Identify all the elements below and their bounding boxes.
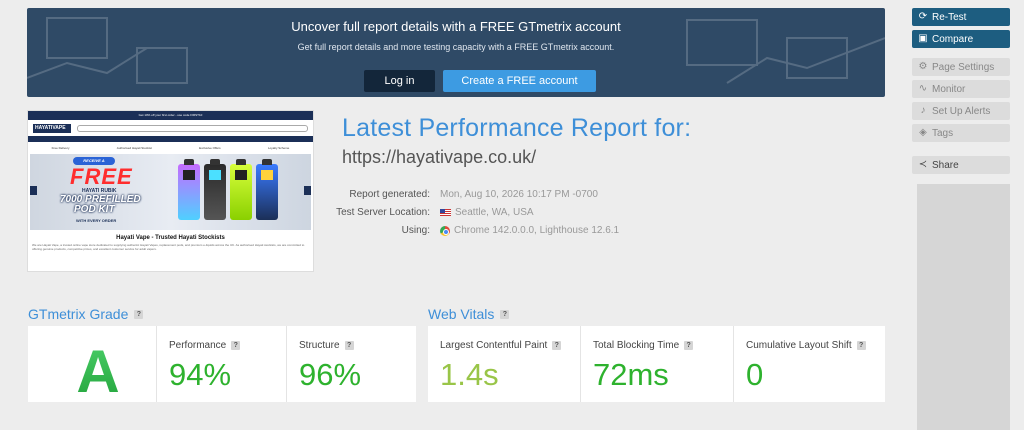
tag-icon: ◈ <box>919 127 927 138</box>
help-icon[interactable]: ? <box>856 341 866 350</box>
cls-label: Cumulative Layout Shift <box>746 340 852 351</box>
help-icon[interactable]: ? <box>552 341 562 350</box>
alerts-label: Set Up Alerts <box>932 105 991 117</box>
pod-device <box>178 159 200 220</box>
lcp-value: 1.4s <box>440 357 499 392</box>
tbt-value: 72ms <box>593 357 669 392</box>
meta-location-label: Test Server Location: <box>336 207 430 218</box>
tbt-cell: Total Blocking Time ? 72ms <box>580 326 733 402</box>
thumb-perk: Exclusive Offers <box>199 146 221 150</box>
thumb-kit: 7000 PREFILLED POD KIT <box>60 195 141 215</box>
thumb-logo: HAYATIVAPE <box>33 123 71 133</box>
meta-location-value: Seattle, WA, USA <box>455 207 534 218</box>
us-flag-icon <box>440 209 451 216</box>
grade-section-title: GTmetrix Grade ? <box>28 306 144 322</box>
meta-using-value: Chrome 142.0.0.0, Lighthouse 12.6.1 <box>454 225 620 236</box>
lcp-cell: Largest Contentful Paint ? 1.4s <box>428 326 580 402</box>
tags-label: Tags <box>932 127 954 139</box>
thumb-prev-arrow <box>30 186 37 195</box>
login-button[interactable]: Log in <box>364 70 435 92</box>
help-icon[interactable]: ? <box>134 309 144 319</box>
performance-cell: Performance ? 94% <box>156 326 286 402</box>
report-url[interactable]: https://hayativape.co.uk/ <box>342 147 536 168</box>
thumb-perk: Authorised Hayati Stockist <box>116 146 152 150</box>
performance-label: Performance <box>169 340 227 351</box>
bell-icon: ♪ <box>920 105 926 116</box>
page-screenshot[interactable]: Get 10% off your first order - use code … <box>27 110 314 272</box>
thumb-topbar: Get 10% off your first order - use code … <box>28 111 313 120</box>
structure-value: 96% <box>299 357 362 392</box>
thumb-hero-banner: RECEIVE A FREE HAYATI RUBIK 7000 PREFILL… <box>30 154 311 230</box>
vitals-card: Largest Contentful Paint ? 1.4s Total Bl… <box>428 326 885 402</box>
cls-cell: Cumulative Layout Shift ? 0 <box>733 326 885 402</box>
pod-device <box>230 159 252 220</box>
refresh-icon: ⟳ <box>918 11 928 22</box>
meta-generated: Report generated: Mon, Aug 10, 2026 10:1… <box>300 189 700 200</box>
compare-icon: ▣ <box>918 33 928 44</box>
meta-using-label: Using: <box>401 225 430 236</box>
grade-card: A Performance ? 94% Structure ? 96% <box>28 326 416 405</box>
tbt-label: Total Blocking Time <box>593 340 680 351</box>
structure-label: Structure <box>299 340 340 351</box>
vitals-section-title: Web Vitals ? <box>428 306 510 322</box>
thumb-body: We are Hayati Vape, a trusted online vap… <box>32 243 305 251</box>
help-icon[interactable]: ? <box>231 341 241 350</box>
banner-subtitle: Get full report details and more testing… <box>297 42 615 52</box>
meta-generated-label: Report generated: <box>349 189 430 200</box>
thumb-header: HAYATIVAPE <box>28 120 313 136</box>
pulse-icon: ∿ <box>918 83 928 94</box>
thumb-perk: Free Delivery <box>51 146 70 150</box>
thumb-free: FREE <box>70 164 133 189</box>
sidebar-panel <box>917 184 1010 430</box>
meta-generated-value: Mon, Aug 10, 2026 10:17 PM -0700 <box>440 189 598 200</box>
compare-label: Compare <box>932 33 974 45</box>
help-icon[interactable]: ? <box>344 341 354 350</box>
vitals-title-text: Web Vitals <box>428 306 495 322</box>
alerts-button[interactable]: ♪ Set Up Alerts <box>912 102 1010 120</box>
thumb-perk: Loyalty Scheme <box>267 146 290 150</box>
help-icon[interactable]: ? <box>500 309 510 319</box>
share-label: Share <box>932 159 959 171</box>
monitor-button[interactable]: ∿ Monitor <box>912 80 1010 98</box>
grade-letter: A <box>76 337 120 405</box>
page-settings-label: Page Settings <box>932 61 995 73</box>
thumb-every: WITH EVERY ORDER <box>76 218 117 223</box>
cls-value: 0 <box>746 357 764 392</box>
lcp-label: Largest Contentful Paint <box>440 340 548 351</box>
thumb-kit-line2: POD KIT <box>74 204 115 215</box>
retest-label: Re-Test <box>932 11 967 23</box>
performance-value: 94% <box>169 357 232 392</box>
tags-button[interactable]: ◈ Tags <box>912 124 1010 142</box>
gear-icon: ⚙ <box>918 61 928 72</box>
retest-button[interactable]: ⟳ Re-Test <box>912 8 1010 26</box>
thumb-search <box>77 124 308 132</box>
monitor-label: Monitor <box>932 83 966 95</box>
compare-button[interactable]: ▣ Compare <box>912 30 1010 48</box>
help-icon[interactable]: ? <box>684 341 694 350</box>
share-button[interactable]: ≺ Share <box>912 156 1010 174</box>
upgrade-banner: Uncover full report details with a FREE … <box>27 8 885 97</box>
thumb-perks: Free Delivery Authorised Hayati Stockist… <box>28 142 313 154</box>
pod-device <box>204 159 226 220</box>
report-title: Latest Performance Report for: <box>342 114 692 142</box>
banner-title: Uncover full report details with a FREE … <box>291 19 621 34</box>
meta-location: Test Server Location: Seattle, WA, USA <box>300 207 700 218</box>
pod-device <box>256 159 278 220</box>
share-icon: ≺ <box>918 159 928 170</box>
page-settings-button[interactable]: ⚙ Page Settings <box>912 58 1010 76</box>
grade-title-text: GTmetrix Grade <box>28 306 129 322</box>
chrome-icon <box>440 225 450 236</box>
create-account-button[interactable]: Create a FREE account <box>443 70 596 92</box>
meta-using: Using: Chrome 142.0.0.0, Lighthouse 12.6… <box>300 225 700 236</box>
structure-cell: Structure ? 96% <box>286 326 416 402</box>
grade-letter-cell: A <box>28 326 156 405</box>
